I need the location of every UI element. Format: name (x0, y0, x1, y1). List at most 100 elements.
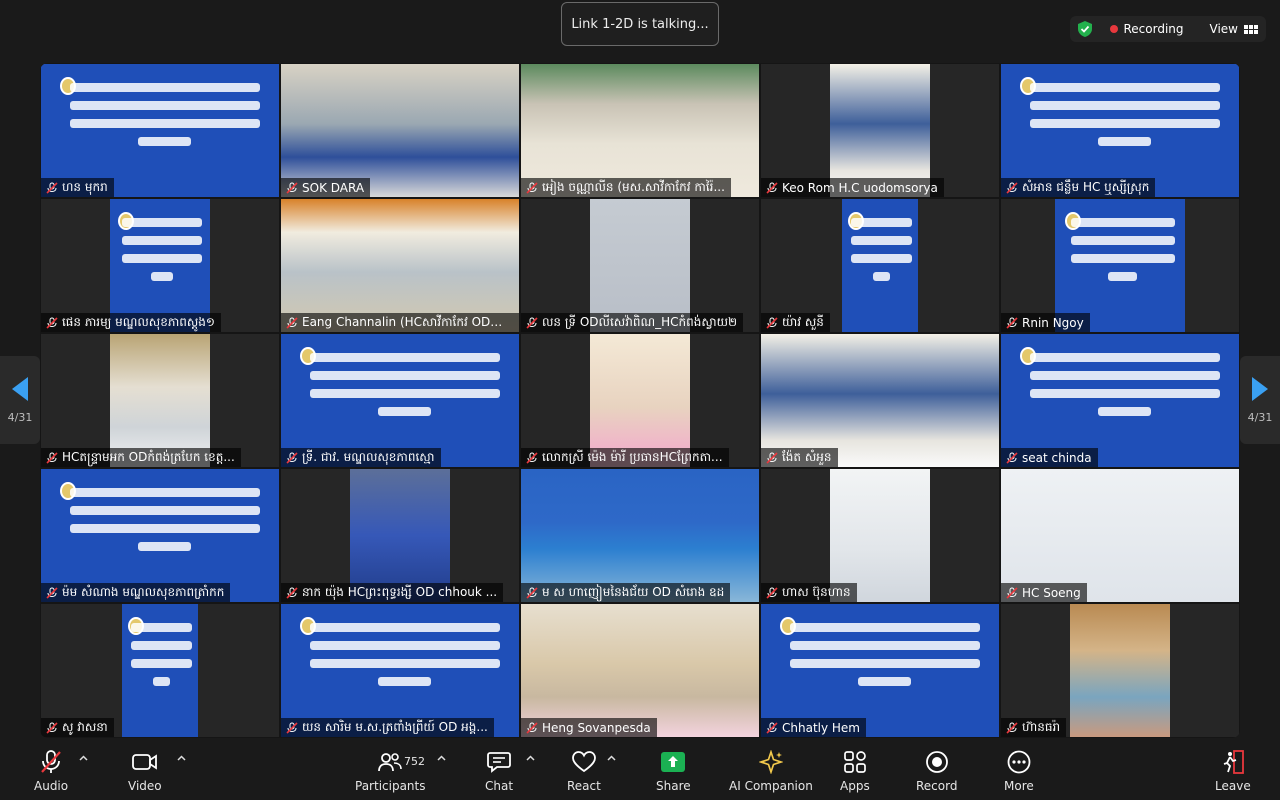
participant-nameplate: Chhatly Hem (761, 718, 866, 737)
muted-microphone-icon (526, 316, 538, 329)
participant-tile[interactable]: នាក យ៉ុង HCព្រះពុទ្ធរង្សី OD chhouk ... (280, 468, 520, 603)
participant-name: អៀង ចណ្ណាលីន (មស.សាវីកាកែវ ការ៉ៃ... (542, 179, 725, 194)
participant-nameplate: ផេន ភារម្យ មណ្ឌលសុខភាពស្តូង១ (41, 313, 221, 332)
muted-microphone-icon (46, 721, 58, 734)
participant-tile[interactable]: Keo Rom H.C uodomsorya (760, 63, 1000, 198)
muted-microphone-icon (1006, 451, 1018, 464)
participant-tile[interactable]: SOK DARA (280, 63, 520, 198)
muted-microphone-icon (766, 451, 778, 464)
next-page-button[interactable]: 4/31 (1240, 356, 1280, 444)
share-screen-icon (660, 749, 686, 775)
muted-microphone-icon (46, 316, 58, 329)
chat-label: Chat (485, 779, 514, 793)
participant-tile[interactable]: ហ៊ានធរ៉ា (1000, 603, 1240, 738)
participant-tile[interactable]: ហន មុករា (40, 63, 280, 198)
leave-label: Leave (1215, 779, 1251, 793)
participant-tile[interactable]: ម ស ហាញៀមនៃងជ័យ OD សំរោង ឧដ (520, 468, 760, 603)
participant-tile[interactable]: ហាស ប៊ុនហាន (760, 468, 1000, 603)
share-button[interactable]: Share (656, 745, 691, 797)
recording-label[interactable]: Recording (1123, 22, 1183, 36)
participant-name: HC Soeng (1022, 585, 1081, 600)
audio-options-caret-icon[interactable] (79, 754, 88, 763)
participant-nameplate: Keo Rom H.C uodomsorya (761, 178, 944, 197)
participant-name: នាក យ៉ុង HCព្រះពុទ្ធរង្សី OD chhouk ... (302, 584, 498, 599)
leave-icon (1220, 749, 1246, 775)
participant-name: ម៉ម សំណាង មណ្ឌលសុខភាពត្រាំកក (62, 584, 225, 599)
participant-tile[interactable]: លោកស្រី ម៉េង ម៉ារី ប្រធានHCព្រែកតា... (520, 333, 760, 468)
participants-icon (377, 749, 403, 775)
participant-nameplate: ទ្រី. ជាវ. មណ្ឌលសុខភាពស្មោ (281, 448, 441, 467)
page-indicator-left: 4/31 (7, 410, 33, 424)
participant-name: លន ទ្រី ODលីសេវ៉ាពិណ_HCកំពង់ស្វាយ២ (542, 314, 738, 329)
record-icon (924, 749, 950, 775)
more-icon (1006, 749, 1032, 775)
participant-nameplate: ហន មុករា (41, 178, 114, 197)
participant-nameplate: HC Soeng (1001, 583, 1087, 602)
participant-tile[interactable]: Rnin Ngoy (1000, 198, 1240, 333)
participant-tile[interactable]: សំអាន ជន្លឹម HC ឬស្សីស្រុក (1000, 63, 1240, 198)
react-options-caret-icon[interactable] (607, 754, 616, 763)
previous-page-button[interactable]: 4/31 (0, 356, 40, 444)
participant-nameplate: Rnin Ngoy (1001, 313, 1090, 332)
muted-microphone-icon (1006, 181, 1018, 194)
participant-name: Chhatly Hem (782, 720, 860, 735)
view-label: View (1209, 22, 1238, 36)
participant-tile[interactable]: ង៉ែត សំអួន (760, 333, 1000, 468)
participant-nameplate: ហ៊ានធរ៉ា (1001, 718, 1067, 737)
participant-name: លោកស្រី ម៉េង ម៉ារី ប្រធានHCព្រែកតា... (542, 449, 723, 464)
apps-label: Apps (840, 779, 870, 793)
record-button[interactable]: Record (916, 745, 957, 797)
participant-tile[interactable]: ផេន ភារម្យ មណ្ឌលសុខភាពស្តូង១ (40, 198, 280, 333)
participant-tile[interactable]: យ៉ាវ សួនី (760, 198, 1000, 333)
participant-name: សំអាន ជន្លឹម HC ឬស្សីស្រុក (1022, 179, 1150, 194)
participant-nameplate: seat chinda (1001, 448, 1098, 467)
ai-companion-button[interactable]: AI Companion (729, 745, 813, 797)
participant-tile[interactable]: សូ វាសនា (40, 603, 280, 738)
participant-tile[interactable]: ម៉ម សំណាង មណ្ឌលសុខភាពត្រាំកក (40, 468, 280, 603)
participant-nameplate: ហាស ប៊ុនហាន (761, 583, 857, 602)
encryption-shield-icon[interactable] (1078, 21, 1093, 37)
video-gallery: ហន មុករា SOK DARA អៀង ចណ្ណាលីន (មស.សាវីកាក… (40, 63, 1240, 738)
participant-tile[interactable]: Chhatly Hem (760, 603, 1000, 738)
active-speaker-toast: Link 1-2D is talking... (561, 2, 719, 46)
participant-name: seat chinda (1022, 450, 1092, 465)
leave-button[interactable]: Leave (1215, 745, 1251, 797)
participant-nameplate: យន សារិម ម.ស.ត្រពាំងព្រីយ៍ OD អង្គ... (281, 718, 494, 737)
chat-options-caret-icon[interactable] (526, 754, 535, 763)
audio-button[interactable]: Audio (34, 745, 68, 797)
participant-nameplate: សូ វាសនា (41, 718, 114, 737)
participants-button[interactable]: Participants (355, 745, 426, 797)
react-button[interactable]: React (567, 745, 601, 797)
participant-tile[interactable]: អៀង ចណ្ណាលីន (មស.សាវីកាកែវ ការ៉ៃ... (520, 63, 760, 198)
participant-name: HCតន្ទ្រាមអក ODកំពង់ត្របែក ខេត្ត... (62, 449, 235, 464)
video-options-caret-icon[interactable] (177, 754, 186, 763)
participant-nameplate: Eang Channalin (HCសាវីកាកែវ ODឈូ... (281, 313, 519, 332)
participant-tile[interactable]: HCតន្ទ្រាមអក ODកំពង់ត្របែក ខេត្ត... (40, 333, 280, 468)
video-label: Video (128, 779, 162, 793)
participant-tile[interactable]: យន សារិម ម.ស.ត្រពាំងព្រីយ៍ OD អង្គ... (280, 603, 520, 738)
muted-microphone-icon (526, 181, 538, 194)
muted-microphone-icon (38, 749, 64, 775)
participant-tile[interactable]: HC Soeng (1000, 468, 1240, 603)
participant-nameplate: លោកស្រី ម៉េង ម៉ារី ប្រធានHCព្រែកតា... (521, 448, 729, 467)
more-button[interactable]: More (1004, 745, 1034, 797)
participant-name: Rnin Ngoy (1022, 315, 1084, 330)
participant-tile[interactable]: Eang Channalin (HCសាវីកាកែវ ODឈូ... (280, 198, 520, 333)
participant-tile[interactable]: Heng Sovanpesda (520, 603, 760, 738)
participant-tile[interactable]: seat chinda (1000, 333, 1240, 468)
apps-button[interactable]: Apps (840, 745, 870, 797)
meeting-window: { "talking_indicator": "Link 1-2D is tal… (0, 0, 1280, 800)
participant-tile[interactable]: លន ទ្រី ODលីសេវ៉ាពិណ_HCកំពង់ស្វាយ២ (520, 198, 760, 333)
muted-microphone-icon (766, 316, 778, 329)
view-button[interactable]: View (1210, 22, 1258, 36)
participant-nameplate: ង៉ែត សំអួន (761, 448, 838, 467)
participants-options-caret-icon[interactable] (437, 754, 446, 763)
video-button[interactable]: Video (128, 745, 162, 797)
audio-label: Audio (34, 779, 69, 793)
chat-bubble-icon (486, 749, 512, 775)
participant-tile[interactable]: ទ្រី. ជាវ. មណ្ឌលសុខភាពស្មោ (280, 333, 520, 468)
meeting-toolbar: Audio Video Participants 752 Chat React … (0, 741, 1280, 800)
sparkle-icon (758, 749, 784, 775)
participant-name: SOK DARA (302, 180, 365, 195)
chat-button[interactable]: Chat (485, 745, 513, 797)
